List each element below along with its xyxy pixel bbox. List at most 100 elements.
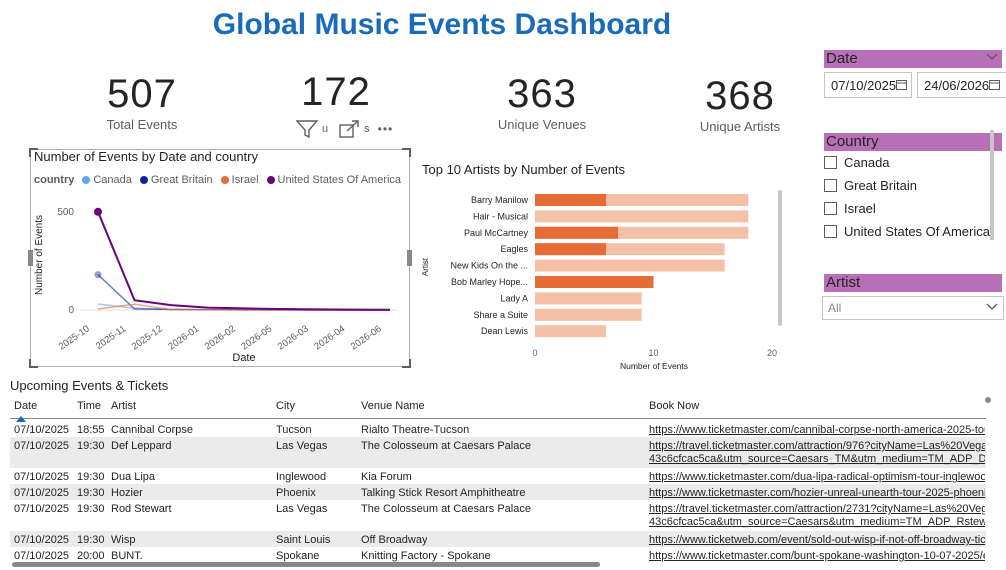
date-slicer-header: Date (824, 50, 1002, 68)
chevron-down-icon[interactable] (986, 50, 998, 68)
checkbox[interactable] (824, 225, 837, 238)
ticket-link[interactable]: https://www.ticketmaster.com/hozier-unre… (649, 487, 985, 500)
kpi-label: Unique Venues (497, 117, 587, 132)
column-header-date[interactable]: Date (14, 400, 37, 412)
artist-dropdown[interactable]: All (822, 296, 1004, 320)
cell-date: 07/10/2025 (14, 550, 70, 562)
bar-total (535, 259, 725, 272)
option-label: Great Britain (844, 178, 917, 193)
legend-item-canada[interactable]: Canada (82, 174, 132, 186)
country-slicer-scrollbar[interactable] (990, 130, 994, 240)
ticket-link[interactable]: https://www.ticketweb.com/event/sold-out… (649, 534, 985, 547)
legend-item-usa[interactable]: United States Of America (266, 174, 401, 186)
column-header-venue[interactable]: Venue Name (361, 400, 425, 412)
table-row[interactable]: 07/10/2025 19:30 Wisp Saint Louis Off Br… (10, 531, 986, 547)
filter-icon[interactable] (296, 119, 318, 139)
cell-city: Las Vegas (276, 503, 328, 515)
column-header-city[interactable]: City (276, 400, 295, 412)
kpi-value: 363 (507, 72, 577, 116)
kpi-value: 172 (301, 70, 371, 114)
line-chart-title: Number of Events by Date and country (34, 149, 259, 164)
artist-slicer-label: Artist (826, 274, 861, 291)
legend-color-dot (82, 176, 91, 184)
cell-artist: Cannibal Corpse (111, 424, 193, 436)
bar-highlight (535, 243, 607, 256)
header-divider (10, 418, 986, 419)
table-row[interactable]: 07/10/2025 19:30 Rod Stewart Las Vegas T… (10, 500, 986, 531)
cell-time: 19:30 (77, 487, 105, 499)
cell-city: Tucson (276, 424, 312, 436)
table-row[interactable]: 07/10/2025 18:55 Cannibal Corpse Tucson … (10, 421, 986, 437)
x-tick-label: 2025-11 (94, 323, 128, 352)
resize-handle-top-right[interactable] (402, 148, 411, 157)
calendar-icon[interactable] (989, 78, 1001, 93)
cell-venue: Rialto Theatre-Tucson (361, 424, 470, 436)
table-title: Upcoming Events & Tickets (10, 378, 169, 393)
checkbox[interactable] (824, 156, 837, 169)
cell-city: Las Vegas (276, 440, 328, 452)
more-options-icon[interactable]: ••• (378, 122, 394, 136)
calendar-icon[interactable] (896, 78, 908, 93)
cell-venue: Off Broadway (361, 534, 428, 546)
kpi-unique-venues[interactable]: 363 Unique Venues (462, 72, 622, 132)
bar-highlight (535, 226, 618, 239)
legend-title: country (34, 174, 75, 186)
cell-date: 07/10/2025 (14, 534, 70, 546)
sort-ascending-icon[interactable] (16, 416, 26, 422)
line-chart-plot[interactable]: Number of Events 0 500 2025-10 2025-11 2025-1… (30, 190, 410, 366)
table-row[interactable]: 07/10/2025 20:00 BUNT. Spokane Knitting … (10, 547, 986, 563)
cell-artist: Wisp (111, 534, 136, 546)
option-label: United States Of America (844, 224, 990, 239)
y-axis-label: Artist (421, 257, 430, 276)
x-tick-label: 20 (767, 348, 777, 358)
x-axis-label: Number of Events (620, 361, 688, 371)
legend-label: Canada (93, 174, 132, 186)
focus-mode-icon[interactable] (338, 119, 360, 139)
table-row[interactable]: 07/10/2025 19:30 Hozier Phoenix Talking … (10, 484, 986, 500)
date-start-input[interactable]: 07/10/2025 (824, 72, 912, 98)
table-row[interactable]: 07/10/2025 19:30 Dua Lipa Inglewood Kia … (10, 468, 986, 484)
kpi-unique-artists[interactable]: 368 Unique Artists (660, 74, 820, 134)
checkbox[interactable] (824, 179, 837, 192)
country-option-great-britain[interactable]: Great Britain (824, 178, 917, 193)
artist-slicer-header: Artist (824, 274, 1002, 292)
date-slicer-label: Date (826, 50, 858, 67)
table-row[interactable]: 07/10/2025 19:30 Def Leppard Las Vegas T… (10, 437, 986, 468)
legend-item-israel[interactable]: Israel (220, 174, 259, 186)
ticket-link[interactable]: https://www.ticketmaster.com/cannibal-co… (649, 424, 985, 437)
checkbox[interactable] (824, 202, 837, 215)
ticket-link-continued[interactable]: 43c6cfcac5ca&utm_source=Caesars&utm_medi… (649, 516, 985, 529)
filter-suffix: u (322, 123, 329, 135)
chevron-down-icon[interactable] (986, 301, 998, 316)
column-header-time[interactable]: Time (77, 400, 101, 412)
column-header-artist[interactable]: Artist (111, 400, 136, 412)
country-option-israel[interactable]: Israel (824, 201, 876, 216)
country-option-usa[interactable]: United States Of America (824, 224, 990, 239)
y-tick-label: 500 (57, 207, 74, 218)
cell-date: 07/10/2025 (14, 471, 70, 483)
bar-category-label: Paul McCartney (464, 228, 529, 238)
y-tick-label: 0 (68, 305, 74, 316)
legend-item-great-britain[interactable]: Great Britain (139, 174, 213, 186)
bar-total (535, 325, 607, 338)
bar-chart-plot[interactable]: Artist Barry Manilow Hair - Musical Paul Mc… (418, 182, 790, 374)
cell-artist: Hozier (111, 487, 143, 499)
kpi-total-events[interactable]: 507 Total Events (62, 72, 222, 132)
ticket-link[interactable]: https://travel.ticketmaster.com/attracti… (649, 503, 985, 516)
ticket-link[interactable]: https://travel.ticketmaster.com/attracti… (649, 440, 985, 453)
table-horizontal-scrollbar[interactable] (12, 562, 600, 567)
ticket-link[interactable]: https://www.ticketmaster.com/bunt-spokan… (649, 550, 985, 563)
bar-category-label: Barry Manilow (471, 195, 529, 205)
bar-category-label: Share a Suite (473, 310, 528, 320)
cell-time: 19:30 (77, 471, 105, 483)
column-header-book-now[interactable]: Book Now (649, 400, 699, 412)
country-option-canada[interactable]: Canada (824, 155, 890, 170)
bar-total (535, 210, 749, 223)
ticket-link[interactable]: https://www.ticketmaster.com/dua-lipa-ra… (649, 471, 985, 484)
cell-time: 18:55 (77, 424, 105, 436)
kpi-card-2[interactable]: 172 (256, 70, 416, 115)
table-vertical-scrollbar[interactable] (985, 397, 991, 403)
date-end-input[interactable]: 24/06/2026 (917, 72, 1006, 98)
ticket-link-continued[interactable]: 43c6cfcac5ca&utm_source=Caesars_TM&utm_m… (649, 453, 985, 466)
legend-color-dot (220, 176, 229, 184)
